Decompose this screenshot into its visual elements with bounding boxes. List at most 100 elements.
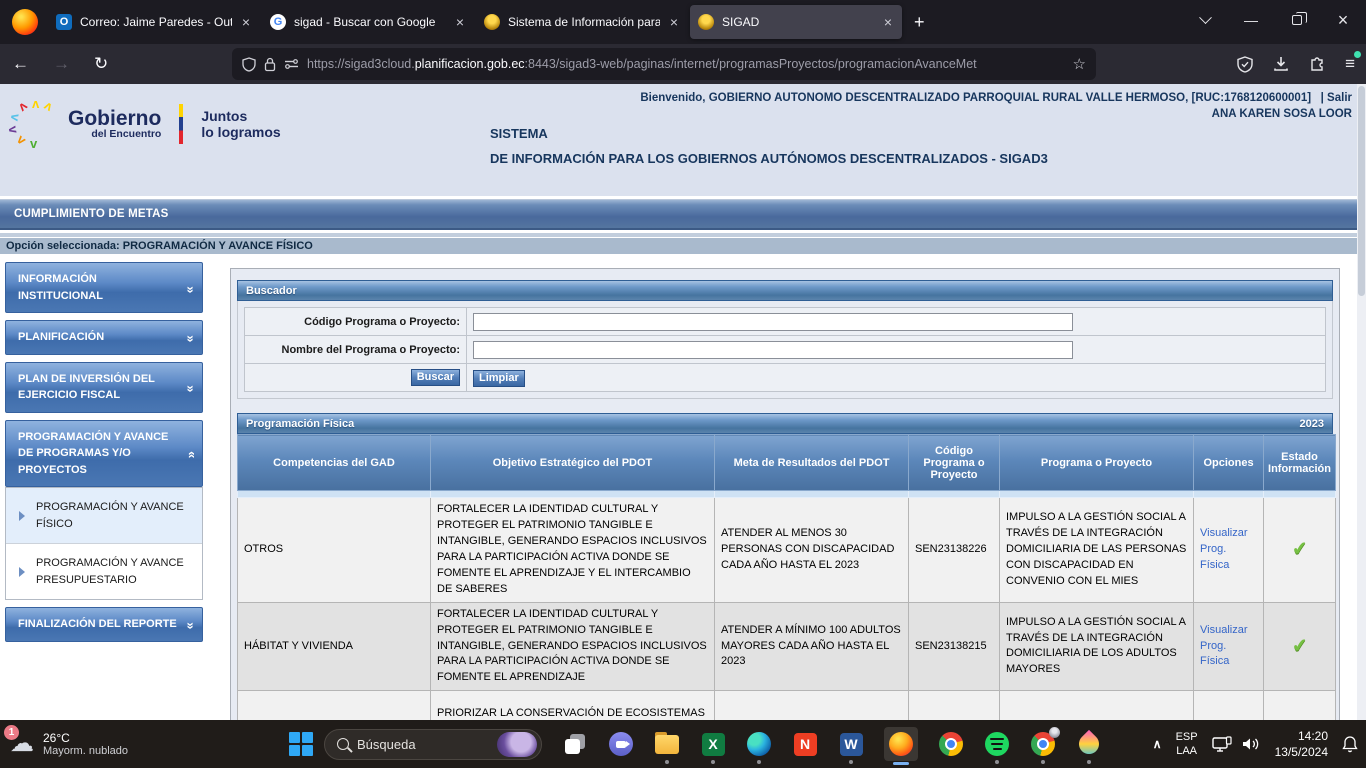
- sidebar-submenu: PROGRAMACIÓN Y AVANCE FÍSICO PROGRAMACIÓ…: [5, 487, 203, 600]
- word-button[interactable]: W: [838, 731, 864, 757]
- sidebar-item-programacion-avance[interactable]: PROGRAMACIÓN Y AVANCE DE PROGRAMAS Y/O P…: [5, 420, 203, 488]
- nombre-label: Nombre del Programa o Proyecto:: [245, 336, 467, 364]
- notification-badge: 1: [4, 725, 19, 740]
- weather-temp: 26°C: [43, 731, 128, 745]
- speaker-icon[interactable]: [1242, 736, 1261, 752]
- tab-close-icon[interactable]: ×: [882, 14, 894, 30]
- chat-button[interactable]: [608, 731, 634, 757]
- task-view-button[interactable]: [562, 731, 588, 757]
- chrome-button[interactable]: [938, 731, 964, 757]
- nitro-pdf-button[interactable]: N: [792, 731, 818, 757]
- weather-widget[interactable]: ☁ 1 26°C Mayorm. nublado: [10, 731, 128, 757]
- tab-google-search[interactable]: G sigad - Buscar con Google ×: [262, 5, 474, 39]
- clock[interactable]: 14:20 13/5/2024: [1275, 728, 1328, 760]
- file-explorer-button[interactable]: [654, 731, 680, 757]
- screen: O Correo: Jaime Paredes - Outlook × G si…: [0, 0, 1366, 768]
- edge-button[interactable]: [746, 731, 772, 757]
- minimize-button[interactable]: —: [1228, 0, 1274, 40]
- sidebar-subitem-avance-presupuestario[interactable]: PROGRAMACIÓN Y AVANCE PRESUPUESTARIO: [6, 544, 202, 599]
- search-placeholder: Búsqueda: [357, 737, 489, 752]
- sidebar-item-planificacion[interactable]: PLANIFICACIÓN »: [5, 320, 203, 355]
- spacer-row: [238, 491, 1336, 498]
- crest-icon: [698, 14, 714, 30]
- url-bar[interactable]: https://sigad3cloud.planificacion.gob.ec…: [232, 48, 1096, 80]
- chevron-down-icon: »: [181, 335, 201, 342]
- scrollbar-thumb[interactable]: [1358, 86, 1365, 296]
- codigo-input[interactable]: [473, 313, 1073, 331]
- weather-condition: Mayorm. nublado: [43, 745, 128, 757]
- table-row: HÁBITAT Y VIVIENDA FORTALECER LA IDENTID…: [238, 602, 1336, 691]
- new-tab-button[interactable]: +: [904, 12, 935, 33]
- spotify-button[interactable]: [984, 731, 1010, 757]
- sidebar-item-plan-inversion[interactable]: PLAN DE INVERSIÓN DEL EJERCICIO FISCAL »: [5, 362, 203, 413]
- display-icon[interactable]: [1212, 736, 1232, 753]
- chrome-profile-button[interactable]: [1030, 731, 1056, 757]
- page-scrollbar[interactable]: [1357, 84, 1366, 720]
- page-header: v v v v v v v Gobierno del Encuentro Jun…: [0, 84, 1366, 196]
- restore-button[interactable]: [1274, 0, 1320, 40]
- tab-title: Sistema de Información para los: [508, 15, 660, 29]
- visualizar-link[interactable]: Visualizar Prog. Física: [1200, 527, 1248, 571]
- tab-title: sigad - Buscar con Google: [294, 15, 446, 29]
- programacion-titlebar: Programación Física 2023: [237, 413, 1333, 434]
- firefox-logo-icon[interactable]: [12, 9, 38, 35]
- tracking-shield-icon[interactable]: [242, 57, 256, 72]
- system-tray: ∧ ESP LAA 14:20 13/5/2024: [1153, 728, 1358, 760]
- search-highlight-image[interactable]: [497, 732, 537, 757]
- cell-programa: IMPULSO A LA GESTIÓN SOCIAL A TRAVÉS DE …: [1000, 602, 1194, 691]
- forward-button[interactable]: →: [41, 54, 82, 74]
- tab-outlook[interactable]: O Correo: Jaime Paredes - Outlook ×: [48, 5, 260, 39]
- cell-programa: IMPULSO A LA GESTIÓN SOCIAL A TRAVÉS DE …: [1000, 498, 1194, 603]
- lock-icon[interactable]: [264, 57, 276, 72]
- taskbar: ☁ 1 26°C Mayorm. nublado Búsqueda X N W: [0, 720, 1366, 768]
- menu-cumplimiento[interactable]: CUMPLIMIENTO DE METAS: [0, 208, 169, 220]
- protections-shield-icon[interactable]: [1237, 56, 1253, 73]
- hidden-icons-chevron[interactable]: ∧: [1153, 737, 1162, 751]
- search-box[interactable]: Búsqueda: [324, 729, 542, 760]
- extensions-puzzle-icon[interactable]: [1309, 56, 1325, 72]
- col-objetivo: Objetivo Estratégico del PDOT: [431, 435, 715, 491]
- salir-link[interactable]: | Salir: [1321, 92, 1352, 104]
- buscador-titlebar: Buscador: [237, 280, 1333, 301]
- sidebar-item-finalizacion-reporte[interactable]: FINALIZACIÓN DEL REPORTE »: [5, 607, 203, 642]
- firefox-button-active[interactable]: [884, 727, 918, 761]
- table-header-row: Competencias del GAD Objetivo Estratégic…: [238, 435, 1336, 491]
- logo-burst-icon: v v v v v v v: [14, 98, 58, 150]
- bookmark-star-icon[interactable]: ☆: [1073, 55, 1086, 73]
- permissions-icon[interactable]: [284, 58, 299, 70]
- cell-meta: ATENDER AL MENOS 30 PERSONAS CON DISCAPA…: [715, 498, 909, 603]
- notifications-bell-icon[interactable]: [1342, 735, 1358, 753]
- excel-button[interactable]: X: [700, 731, 726, 757]
- nombre-input[interactable]: [473, 341, 1073, 359]
- tab-close-icon[interactable]: ×: [240, 14, 252, 30]
- logo-slogan: Juntos lo logramos: [201, 108, 280, 140]
- visualizar-link[interactable]: Visualizar Prog. Física: [1200, 624, 1248, 668]
- buscar-button[interactable]: Buscar: [411, 369, 460, 386]
- tab-sistema[interactable]: Sistema de Información para los ×: [476, 5, 688, 39]
- tab-close-icon[interactable]: ×: [668, 14, 680, 30]
- close-button[interactable]: ×: [1320, 0, 1366, 40]
- list-tabs-chevron-icon[interactable]: [1182, 0, 1228, 40]
- reload-button[interactable]: ↻: [82, 54, 120, 74]
- tab-close-icon[interactable]: ×: [454, 14, 466, 30]
- downloads-icon[interactable]: [1273, 56, 1289, 72]
- sigad-page: v v v v v v v Gobierno del Encuentro Jun…: [0, 84, 1366, 720]
- tab-sigad-active[interactable]: SIGAD ×: [690, 5, 902, 39]
- paint-drop-button[interactable]: [1076, 731, 1102, 757]
- menu-hamburger-icon[interactable]: ≡: [1345, 54, 1356, 74]
- limpiar-button[interactable]: Limpiar: [473, 370, 525, 387]
- main-menu-bar[interactable]: CUMPLIMIENTO DE METAS: [0, 199, 1366, 230]
- codigo-label: Código Programa o Proyecto:: [245, 308, 467, 336]
- chevron-up-icon: »: [181, 451, 201, 458]
- sidebar: INFORMACIÓN INSTITUCIONAL » PLANIFICACIÓ…: [5, 262, 203, 649]
- sidebar-item-informacion-institucional[interactable]: INFORMACIÓN INSTITUCIONAL »: [5, 262, 203, 313]
- buscador-form: Código Programa o Proyecto: Nombre del P…: [237, 301, 1333, 399]
- cell-codigo: SEN23138226: [909, 498, 1000, 603]
- language-indicator[interactable]: ESP LAA: [1176, 730, 1198, 759]
- back-button[interactable]: ←: [0, 54, 41, 74]
- window-controls: — ×: [1182, 0, 1366, 40]
- chevron-down-icon: »: [181, 622, 201, 629]
- sidebar-subitem-avance-fisico[interactable]: PROGRAMACIÓN Y AVANCE FÍSICO: [6, 488, 202, 544]
- start-button[interactable]: [288, 731, 314, 757]
- logo-text: Gobierno del Encuentro: [68, 108, 161, 140]
